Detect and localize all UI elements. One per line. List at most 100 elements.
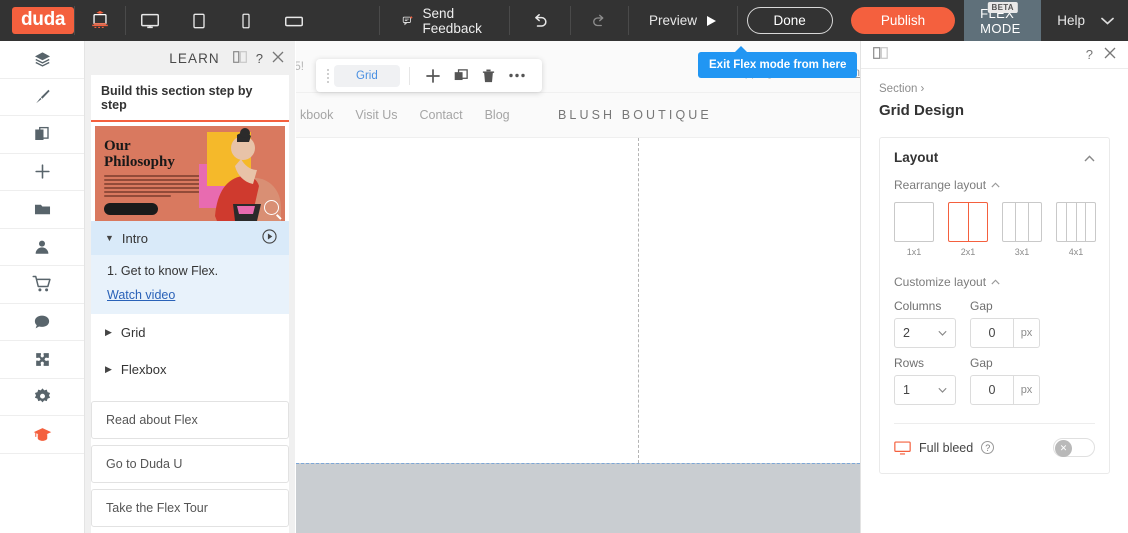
nav-link[interactable]: Visit Us — [355, 108, 397, 122]
flex-mode-button[interactable]: BETA FLEX MODE — [964, 0, 1042, 41]
learn-section-flexbox[interactable]: ▶ Flexbox — [91, 351, 289, 388]
learn-section-label: Flexbox — [120, 362, 167, 377]
design-panel-body: Section › Grid Design Layout Rearrange l… — [861, 69, 1128, 474]
chevron-up-icon[interactable] — [1084, 150, 1095, 165]
help-icon[interactable]: ? — [1086, 47, 1093, 62]
layout-option-2x1[interactable]: 2x1 — [948, 202, 988, 257]
redo-icon — [593, 14, 604, 26]
publish-button[interactable]: Publish — [850, 7, 956, 34]
customize-layout-toggle[interactable]: Customize layout — [894, 275, 1095, 289]
duda-logo-text: duda — [12, 7, 75, 34]
send-feedback-label: Send Feedback — [422, 5, 482, 36]
go-to-duda-u-button[interactable]: Go to Duda U — [91, 445, 289, 483]
help-button[interactable]: Help — [1041, 0, 1097, 41]
sidebar-item-store[interactable] — [0, 266, 84, 304]
duplicate-icon[interactable] — [447, 68, 475, 83]
left-sidebar — [0, 41, 85, 533]
nav-links: kbook Visit Us Contact Blog — [296, 108, 510, 122]
nav-link[interactable]: kbook — [300, 108, 333, 122]
chevron-down-icon[interactable] — [1097, 0, 1128, 41]
rows-select[interactable]: 1 — [894, 375, 956, 405]
columns-select[interactable]: 2 — [894, 318, 956, 348]
layout-option-3x1[interactable]: 3x1 — [1002, 202, 1042, 257]
breadcrumb[interactable]: Section › — [879, 83, 1110, 95]
mobile-device-icon[interactable] — [223, 0, 269, 41]
video-thumbnail[interactable]: Our Philosophy — [95, 126, 285, 221]
help-icon[interactable]: ? — [256, 51, 263, 66]
dock-panel-icon[interactable] — [232, 50, 247, 66]
watch-video-link[interactable]: Watch video — [107, 288, 275, 302]
nav-link[interactable]: Blog — [485, 108, 510, 122]
grid-chip-button[interactable]: Grid — [334, 64, 400, 87]
layout-option-1x1[interactable]: 1x1 — [894, 202, 934, 257]
more-options-icon[interactable] — [502, 73, 532, 78]
folder-icon — [34, 204, 50, 214]
sidebar-item-learn[interactable] — [0, 416, 84, 454]
layout-preview — [1056, 202, 1096, 242]
close-icon[interactable] — [1104, 47, 1116, 62]
tablet-device-icon[interactable] — [175, 0, 223, 41]
sidebar-item-chat[interactable] — [0, 304, 84, 341]
editor-device-icon[interactable] — [75, 0, 125, 41]
preview-button[interactable]: Preview — [629, 0, 737, 41]
send-feedback-button[interactable]: Send Feedback — [380, 0, 509, 41]
triangle-down-icon: ▼ — [105, 233, 114, 243]
undo-button[interactable] — [510, 0, 570, 41]
rows-value: 1 — [903, 383, 910, 397]
sidebar-item-apps[interactable] — [0, 341, 84, 379]
rows-gap-unit[interactable]: px — [1013, 376, 1039, 404]
dock-panel-icon[interactable] — [873, 47, 888, 62]
help-label: Help — [1057, 13, 1086, 28]
tablet-landscape-device-icon[interactable] — [269, 0, 319, 41]
divider — [894, 423, 1095, 424]
sidebar-item-files[interactable] — [0, 191, 84, 229]
play-circle-icon[interactable] — [262, 229, 277, 247]
sidebar-item-add[interactable] — [0, 154, 84, 191]
columns-field: Columns 2 — [894, 299, 956, 348]
rows-gap-value: 0 — [988, 383, 996, 397]
delete-icon[interactable] — [475, 69, 502, 83]
columns-gap-value: 0 — [988, 326, 996, 340]
duda-logo[interactable]: duda — [0, 0, 75, 41]
read-about-flex-button[interactable]: Read about Flex — [91, 401, 289, 439]
columns-gap-unit[interactable]: px — [1013, 319, 1039, 347]
brush-icon — [35, 90, 50, 104]
sidebar-item-pages[interactable] — [0, 116, 84, 154]
sidebar-item-settings[interactable] — [0, 379, 84, 416]
design-panel-header: ? — [861, 41, 1128, 69]
layout-preview — [1002, 202, 1042, 242]
drag-handle[interactable] — [322, 68, 334, 83]
layout-card-header[interactable]: Layout — [894, 150, 1095, 165]
sidebar-item-design[interactable] — [0, 79, 84, 116]
take-flex-tour-button[interactable]: Take the Flex Tour — [91, 489, 289, 527]
person-icon — [35, 240, 49, 254]
desktop-device-icon[interactable] — [125, 0, 175, 41]
chevron-up-icon — [991, 182, 1000, 188]
learn-section-intro[interactable]: ▼ Intro — [91, 221, 289, 255]
redo-button[interactable] — [570, 0, 628, 41]
learn-section-grid[interactable]: ▶ Grid — [91, 314, 289, 351]
sidebar-item-layers[interactable] — [0, 41, 84, 79]
rows-gap-field: Gap 0 px — [970, 356, 1040, 405]
nav-link[interactable]: Contact — [420, 108, 463, 122]
rows-row: Rows 1 Gap 0 px — [894, 356, 1095, 405]
columns-gap-input[interactable]: 0 px — [970, 318, 1040, 348]
done-button[interactable]: Done — [746, 7, 833, 34]
grid-section[interactable] — [296, 138, 860, 463]
add-icon[interactable] — [419, 68, 447, 83]
learn-step: 1. Get to know Flex. — [107, 264, 219, 278]
sidebar-item-members[interactable] — [0, 229, 84, 266]
rows-gap-input[interactable]: 0 px — [970, 375, 1040, 405]
rows-label: Rows — [894, 356, 925, 370]
layout-option-4x1[interactable]: 4x1 — [1056, 202, 1096, 257]
help-icon[interactable]: ? — [981, 441, 995, 454]
thumbnail-button — [104, 202, 158, 215]
customize-layout-label: Customize layout — [894, 275, 987, 289]
full-bleed-toggle[interactable]: ✕ — [1053, 438, 1095, 457]
columns-gap-label: Gap — [970, 299, 993, 313]
close-icon[interactable] — [272, 51, 284, 66]
toggle-knob: ✕ — [1055, 440, 1072, 457]
triangle-right-icon: ▶ — [105, 327, 112, 337]
rows-field: Rows 1 — [894, 356, 956, 405]
rearrange-layout-toggle[interactable]: Rearrange layout — [894, 178, 1095, 192]
